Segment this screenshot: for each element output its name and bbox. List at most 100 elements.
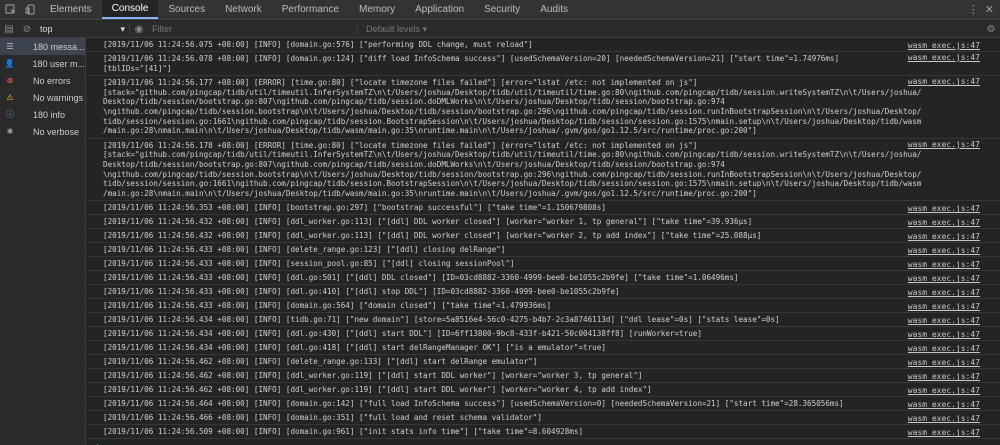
- message-text: [2019/11/06 11:24:56.434 +08:00] [INFO] …: [103, 329, 702, 339]
- source-link[interactable]: wasm_exec.js:47: [908, 428, 980, 438]
- sidebar-item-info[interactable]: ⓘ 180 info: [0, 106, 85, 123]
- sidebar-item-verbose[interactable]: ✱ No verbose: [0, 123, 85, 140]
- message-text: [2019/11/06 11:24:56.177 +08:00] [ERROR]…: [103, 78, 922, 136]
- sidebar-item-label: No warnings: [33, 92, 84, 103]
- message-text: [2019/11/06 11:24:56.433 +08:00] [INFO] …: [103, 287, 620, 297]
- console-message: [2019/11/06 11:24:56.464 +08:00] [INFO] …: [87, 397, 1000, 412]
- console-messages: [2019/11/06 11:24:56.075 +08:00] [INFO] …: [87, 38, 1000, 445]
- sidebar-item-label: 180 info: [33, 109, 66, 120]
- sidebar-item-label: No verbose: [33, 126, 80, 137]
- tab-network[interactable]: Network: [215, 0, 272, 19]
- console-message: [2019/11/06 11:24:56.432 +08:00] [INFO] …: [87, 229, 1000, 244]
- console-message: [2019/11/06 11:24:56.462 +08:00] [INFO] …: [87, 383, 1000, 398]
- console-message: [2019/11/06 11:24:56.462 +08:00] [INFO] …: [87, 369, 1000, 384]
- sidebar-item-label: 180 user m...: [32, 58, 85, 69]
- console-message: [2019/11/06 11:24:56.434 +08:00] [INFO] …: [87, 341, 1000, 356]
- clear-console-icon[interactable]: ⊘: [18, 24, 36, 35]
- eye-icon[interactable]: ◉: [130, 24, 148, 35]
- source-link[interactable]: wasm_exec.js:47: [908, 414, 980, 424]
- filter-input[interactable]: Filter: [148, 24, 358, 34]
- tab-performance[interactable]: Performance: [272, 0, 349, 19]
- message-text: [2019/11/06 11:24:56.075 +08:00] [INFO] …: [103, 39, 533, 49]
- list-icon: ☰: [6, 42, 14, 51]
- console-message: [2019/11/06 11:24:56.466 +08:00] [INFO] …: [87, 411, 1000, 426]
- message-text: [2019/11/06 11:24:56.462 +08:00] [INFO] …: [103, 385, 652, 395]
- info-icon: ⓘ: [6, 110, 14, 119]
- source-link[interactable]: wasm_exec.js:47: [908, 204, 980, 214]
- source-link[interactable]: wasm_exec.js:47: [908, 316, 980, 326]
- sidebar-item-label: 180 messa...: [33, 41, 85, 52]
- message-text: [2019/11/06 11:24:56.464 +08:00] [INFO] …: [103, 399, 844, 409]
- source-link[interactable]: wasm_exec.js:47: [908, 330, 980, 340]
- sidebar-item-warning[interactable]: ⚠ No warnings: [0, 89, 85, 106]
- tab-audits[interactable]: Audits: [530, 0, 578, 19]
- error-icon: ⊗: [6, 76, 14, 85]
- verbose-icon: ✱: [6, 127, 14, 136]
- message-text: [2019/11/06 11:24:56.509 +08:00] [INFO] …: [103, 427, 584, 437]
- source-link[interactable]: wasm_exec.js:47: [908, 77, 980, 87]
- console-sidebar: ☰ 180 messa... 👤 180 user m... ⊗ No errors ⚠ No…: [0, 38, 86, 445]
- tab-security[interactable]: Security: [474, 0, 530, 19]
- context-selector[interactable]: top ▾: [36, 23, 130, 35]
- tab-memory[interactable]: Memory: [349, 0, 405, 19]
- tab-elements[interactable]: Elements: [40, 0, 102, 19]
- inspect-icon[interactable]: [0, 0, 20, 19]
- source-link[interactable]: wasm_exec.js:47: [908, 274, 980, 284]
- warning-icon: ⚠: [6, 93, 14, 102]
- console-message: [2019/11/06 11:24:56.433 +08:00] [INFO] …: [87, 243, 1000, 258]
- source-link[interactable]: wasm_exec.js:47: [908, 218, 980, 228]
- source-link[interactable]: wasm_exec.js:47: [908, 140, 980, 150]
- source-link[interactable]: wasm_exec.js:47: [908, 358, 980, 368]
- user-icon: 👤: [4, 59, 15, 68]
- console-message: [2019/11/06 11:24:56.433 +08:00] [INFO] …: [87, 271, 1000, 286]
- message-text: [2019/11/06 11:24:56.078 +08:00] [INFO] …: [103, 54, 840, 73]
- message-text: [2019/11/06 11:24:56.432 +08:00] [INFO] …: [103, 217, 753, 227]
- sidebar-item-list[interactable]: ☰ 180 messa...: [0, 38, 85, 55]
- message-text: [2019/11/06 11:24:56.432 +08:00] [INFO] …: [103, 231, 762, 241]
- source-link[interactable]: wasm_exec.js:47: [908, 260, 980, 270]
- message-text: [2019/11/06 11:24:56.433 +08:00] [INFO] …: [103, 259, 515, 269]
- console-message: [2019/11/06 11:24:56.433 +08:00] [INFO] …: [87, 285, 1000, 300]
- tab-application[interactable]: Application: [405, 0, 474, 19]
- source-link[interactable]: wasm_exec.js:47: [908, 288, 980, 298]
- sidebar-toggle-icon[interactable]: ▤: [0, 24, 18, 35]
- console-message: [2019/11/06 11:24:56.177 +08:00] [ERROR]…: [87, 76, 1000, 139]
- message-text: [2019/11/06 11:24:56.462 +08:00] [INFO] …: [103, 371, 643, 381]
- source-link[interactable]: wasm_exec.js:47: [908, 386, 980, 396]
- panel-tabs: Elements Console Sources Network Performance…: [40, 0, 578, 19]
- message-text: [2019/11/06 11:24:56.434 +08:00] [INFO] …: [103, 343, 606, 353]
- source-link[interactable]: wasm_exec.js:47: [908, 246, 980, 256]
- console-message: [2019/11/06 11:24:56.509 +08:00] [INFO] …: [87, 425, 1000, 440]
- devtools-tabbar: Elements Console Sources Network Performance…: [0, 0, 1000, 20]
- console-message: [2019/11/06 11:24:56.433 +08:00] [INFO] …: [87, 299, 1000, 314]
- console-message: [2019/11/06 11:24:56.432 +08:00] [INFO] …: [87, 215, 1000, 230]
- source-link[interactable]: wasm_exec.js:47: [908, 302, 980, 312]
- device-toolbar-icon[interactable]: [20, 0, 40, 19]
- source-link[interactable]: wasm_exec.js:47: [908, 372, 980, 382]
- message-text: [2019/11/06 11:24:56.178 +08:00] [ERROR]…: [103, 140, 922, 198]
- message-text: [2019/11/06 11:24:56.433 +08:00] [INFO] …: [103, 245, 506, 255]
- source-link[interactable]: wasm_exec.js:47: [908, 41, 980, 51]
- console-toolbar: ▤ ⊘ top ▾ ◉ Filter Default levels ▾ ⚙: [0, 21, 1000, 38]
- context-label: top: [40, 23, 53, 34]
- console-message: [2019/11/06 11:24:56.353 +08:00] [INFO] …: [87, 201, 1000, 216]
- console-message: [2019/11/06 11:24:56.433 +08:00] [INFO] …: [87, 257, 1000, 272]
- message-text: [2019/11/06 11:24:56.433 +08:00] [INFO] …: [103, 301, 552, 311]
- sidebar-item-error[interactable]: ⊗ No errors: [0, 72, 85, 89]
- sidebar-item-label: No errors: [33, 75, 71, 86]
- gear-icon[interactable]: ⚙: [982, 24, 1000, 35]
- tab-console[interactable]: Console: [101, 0, 159, 19]
- source-link[interactable]: wasm_exec.js:47: [908, 53, 980, 63]
- console-message: [2019/11/06 11:24:56.078 +08:00] [INFO] …: [87, 52, 1000, 77]
- close-icon[interactable]: ✕: [985, 3, 994, 16]
- source-link[interactable]: wasm_exec.js:47: [908, 400, 980, 410]
- more-options-icon[interactable]: ⋮: [968, 3, 979, 16]
- log-levels-dropdown[interactable]: Default levels ▾: [358, 24, 427, 35]
- chevron-down-icon: ▾: [120, 23, 125, 34]
- source-link[interactable]: wasm_exec.js:47: [908, 232, 980, 242]
- console-message: [2019/11/06 11:24:56.434 +08:00] [INFO] …: [87, 327, 1000, 342]
- tab-sources[interactable]: Sources: [158, 0, 215, 19]
- source-link[interactable]: wasm_exec.js:47: [908, 344, 980, 354]
- sidebar-item-user[interactable]: 👤 180 user m...: [0, 55, 85, 72]
- console-prompt[interactable]: ›: [87, 439, 1000, 445]
